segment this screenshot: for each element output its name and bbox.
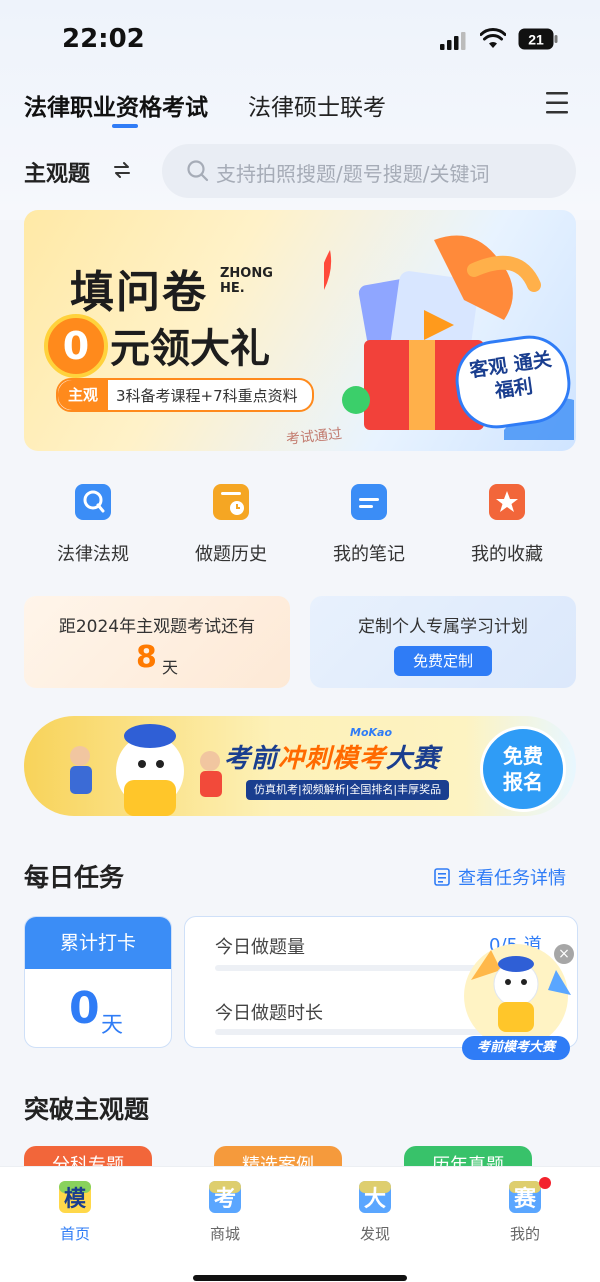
contest-title: 考前冲刺模考大赛 bbox=[224, 738, 440, 775]
banner-tag: 主观 3科备考课程+7科重点资料 bbox=[56, 378, 314, 412]
view-task-details-label: 查看任务详情 bbox=[458, 868, 566, 889]
discover-icon-glyph: 大 bbox=[364, 1187, 386, 1212]
breakthrough-title: 突破主观题 bbox=[24, 1095, 150, 1124]
countdown-label: 距2024年主观题考试还有 bbox=[58, 617, 256, 637]
tab-home-label: 首页 bbox=[59, 1225, 90, 1243]
quick-link-label: 做题历史 bbox=[195, 544, 267, 565]
quick-link-label: 法律法规 bbox=[57, 544, 129, 565]
quick-link-label: 我的笔记 bbox=[333, 544, 405, 565]
quick-link-favorites[interactable]: 我的收藏 bbox=[438, 478, 576, 566]
study-plan-card: 定制个人专属学习计划 免费定制 bbox=[310, 596, 576, 688]
tab-law-master[interactable]: 法律硕士联考 bbox=[248, 88, 386, 122]
menu-icon[interactable] bbox=[544, 90, 574, 116]
free-signup-label: 免费报名 bbox=[503, 744, 543, 794]
banner-subtitle: 元领大礼 bbox=[110, 326, 270, 372]
bottom-tab-bar: 模 首页 考 商城 大 发现 赛 我的 bbox=[0, 1166, 600, 1282]
checkin-count: 0 bbox=[69, 983, 100, 1034]
free-customize-button[interactable]: 免费定制 bbox=[394, 646, 492, 676]
search-input[interactable]: 支持拍照搜题/题号搜题/关键词 bbox=[162, 144, 576, 198]
checkin-unit: 天 bbox=[101, 1013, 124, 1038]
store-icon: 考 bbox=[205, 1177, 245, 1217]
mascot-illustration bbox=[70, 724, 222, 816]
tab-home[interactable]: 模 首页 bbox=[0, 1177, 150, 1244]
cellular-signal-icon bbox=[440, 32, 466, 50]
subject-selector[interactable]: 主观题 bbox=[24, 156, 90, 188]
banner-zero-badge: 0 bbox=[44, 314, 108, 378]
banner-tag-badge: 主观 bbox=[58, 380, 109, 410]
contest-title-b: 冲刺模考 bbox=[278, 744, 387, 774]
contest-title-a: 考前 bbox=[224, 744, 279, 774]
quick-links: 法律法规 做题历史 我的笔记 我的收藏 bbox=[24, 478, 576, 570]
battery-level: 21 bbox=[528, 32, 544, 48]
banner-tag-text: 3科备考课程+7科重点资料 bbox=[116, 386, 298, 405]
history-icon bbox=[213, 484, 249, 520]
quick-link-label: 我的收藏 bbox=[471, 544, 543, 565]
banner-brand: ZHONG HE. bbox=[220, 266, 273, 296]
exam-countdown-card: 距2024年主观题考试还有 8 天 bbox=[24, 596, 290, 688]
document-icon bbox=[434, 868, 450, 886]
contest-title-c: 大赛 bbox=[386, 744, 441, 774]
contest-subtitle: 仿真机考|视频解析|全国排名|丰厚奖品 bbox=[246, 780, 450, 800]
discover-icon: 大 bbox=[355, 1177, 395, 1217]
quick-link-notes[interactable]: 我的笔记 bbox=[300, 478, 438, 566]
tab-profile-label: 我的 bbox=[509, 1225, 540, 1243]
countdown-unit: 天 bbox=[162, 658, 179, 677]
profile-icon-glyph: 赛 bbox=[513, 1186, 537, 1212]
exam-tabs: 法律职业资格考试 法律硕士联考 bbox=[24, 88, 576, 128]
tab-store-label: 商城 bbox=[209, 1225, 240, 1243]
star-icon bbox=[489, 484, 525, 520]
today-time-label: 今日做题时长 bbox=[215, 1003, 323, 1024]
tab-discover[interactable]: 大 发现 bbox=[300, 1177, 450, 1244]
view-task-details-link[interactable]: 查看任务详情 bbox=[434, 864, 566, 890]
wifi-icon bbox=[480, 28, 506, 48]
quick-link-laws[interactable]: 法律法规 bbox=[24, 478, 162, 566]
plan-label: 定制个人专属学习计划 bbox=[358, 617, 528, 637]
search-placeholder: 支持拍照搜题/题号搜题/关键词 bbox=[216, 162, 490, 186]
daily-tasks-title: 每日任务 bbox=[24, 863, 125, 892]
countdown-days: 8 bbox=[136, 640, 157, 675]
banner-cloud-text: 客观 通关福利 bbox=[468, 348, 554, 403]
home-icon-glyph: 模 bbox=[64, 1187, 87, 1212]
survey-promo-banner[interactable]: 填问卷 ZHONG HE. 0 元领大礼 主观 3科备考课程+7科重点资料 考试… bbox=[24, 210, 576, 451]
note-icon bbox=[351, 484, 387, 520]
free-signup-button[interactable]: 免费报名 bbox=[480, 726, 566, 812]
today-questions-label: 今日做题量 bbox=[215, 937, 305, 958]
notification-badge bbox=[539, 1177, 551, 1189]
checkin-label: 累计打卡 bbox=[25, 917, 171, 969]
switch-icon[interactable] bbox=[112, 160, 132, 180]
banner-title: 填问卷 bbox=[70, 267, 208, 318]
active-tab-indicator bbox=[112, 124, 138, 128]
search-icon bbox=[187, 160, 209, 182]
home-indicator bbox=[193, 1275, 407, 1281]
tab-profile[interactable]: 赛 我的 bbox=[450, 1177, 600, 1244]
home-icon: 模 bbox=[55, 1177, 95, 1217]
tab-store[interactable]: 考 商城 bbox=[150, 1177, 300, 1244]
tab-discover-label: 发现 bbox=[359, 1225, 390, 1243]
status-time: 22:02 bbox=[62, 24, 145, 54]
mock-exam-contest-banner[interactable]: MoKao 考前冲刺模考大赛 仿真机考|视频解析|全国排名|丰厚奖品 免费报名 bbox=[24, 716, 576, 816]
status-bar: 22:02 21 bbox=[0, 0, 600, 80]
battery-icon: 21 bbox=[518, 28, 558, 50]
quick-link-history[interactable]: 做题历史 bbox=[162, 478, 300, 566]
store-icon-glyph: 考 bbox=[214, 1187, 236, 1212]
profile-icon: 赛 bbox=[505, 1177, 551, 1217]
floating-ad-label: 考前模考大赛 bbox=[462, 1036, 570, 1060]
checkin-card[interactable]: 累计打卡 0 天 bbox=[24, 916, 172, 1048]
law-book-icon bbox=[75, 484, 111, 520]
tab-legal-qualification[interactable]: 法律职业资格考试 bbox=[24, 88, 208, 122]
close-icon[interactable]: × bbox=[554, 944, 574, 964]
